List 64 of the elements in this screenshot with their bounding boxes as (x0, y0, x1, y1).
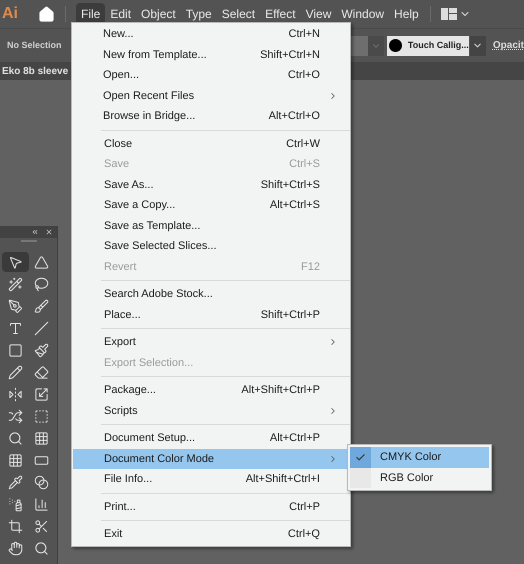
menu-entry[interactable]: New... Ctrl+N (72, 24, 350, 44)
menu-entry[interactable]: Browse in Bridge... Alt+Ctrl+O (72, 106, 350, 126)
paintbrush-icon (34, 342, 50, 358)
line-icon (34, 320, 50, 336)
lasso-icon (34, 276, 50, 292)
menu-entry[interactable]: Save a Copy... Alt+Ctrl+S (73, 195, 350, 216)
wand-icon (8, 276, 23, 292)
hand-icon (8, 540, 23, 556)
document-tab[interactable]: Eko 8b sleeve (2, 64, 68, 78)
app-logo: Ai (2, 4, 19, 24)
menu-entry[interactable]: Package... Alt+Shift+Ctrl+P (73, 380, 350, 400)
scissors-icon (34, 518, 50, 534)
menu-entry[interactable]: Export (73, 332, 350, 352)
collapse-icon[interactable] (31, 228, 39, 236)
eyedropper-icon (8, 474, 23, 490)
zoom-icon (34, 540, 50, 556)
type-icon (8, 320, 23, 336)
workspace-icon[interactable] (440, 8, 457, 20)
pencil-icon (8, 364, 23, 380)
arrow-icon (8, 254, 23, 270)
rectangle-icon (8, 342, 23, 358)
menu-item[interactable]: Select (216, 3, 260, 25)
menu-entry[interactable]: Save as Template... (73, 216, 350, 236)
opacity-label[interactable]: Opacit (492, 38, 524, 53)
menu-entry[interactable]: Save Selected Slices... (73, 236, 350, 256)
pen-icon (8, 298, 23, 314)
menu-entry[interactable]: Save As... Shift+Ctrl+S (73, 174, 350, 195)
search-icon (8, 430, 23, 446)
menu-entry[interactable]: Search Adobe Stock... (73, 284, 350, 304)
menu-entry[interactable]: Print... Ctrl+P (73, 496, 350, 517)
flip-icon (8, 386, 23, 402)
menu-item[interactable]: Help (389, 3, 424, 25)
brush-field[interactable]: Touch Callig... (386, 36, 469, 56)
menu-item[interactable]: Object (136, 3, 181, 25)
brush-icon (34, 298, 50, 314)
menu-item[interactable]: Window (336, 3, 390, 25)
menu-entry[interactable]: Scripts (73, 400, 350, 421)
brush-dropdown[interactable] (470, 36, 486, 56)
submenu-entry[interactable]: CMYK Color (350, 447, 489, 468)
home-icon[interactable] (38, 6, 55, 22)
scale-icon (34, 386, 50, 402)
menu-item[interactable]: View (300, 3, 336, 25)
menu-entry[interactable]: Document Setup... Alt+Ctrl+P (73, 428, 350, 448)
blend-icon (34, 474, 50, 490)
menu-entry[interactable]: Open... Ctrl+O (72, 65, 350, 86)
menu-entry[interactable]: Place... Shift+Ctrl+P (73, 304, 350, 325)
menu-item[interactable]: Edit (105, 3, 136, 25)
menu-entry[interactable]: Exit Ctrl+Q (73, 524, 350, 544)
close-icon[interactable] (45, 228, 53, 236)
shuffle-icon (8, 408, 23, 424)
tool-button[interactable] (2, 252, 28, 272)
dashed-box-icon (34, 408, 50, 424)
selection-label: No Selection (7, 38, 62, 52)
crop-icon (8, 518, 23, 534)
check-icon (355, 452, 366, 463)
menu-entry[interactable]: Document Color Mode (73, 448, 350, 469)
menu-entry[interactable]: Open Recent Files (72, 86, 350, 106)
menu-item[interactable]: Effect (260, 3, 301, 25)
menu-entry[interactable]: Close Ctrl+W (73, 134, 350, 154)
menu-entry[interactable]: File Info... Alt+Shift+Ctrl+I (73, 469, 350, 490)
submenu-entry[interactable]: RGB Color (350, 468, 489, 488)
menu-entry[interactable]: New from Template... Shift+Ctrl+N (72, 44, 350, 65)
eraser-icon (34, 364, 50, 380)
menu-item[interactable]: Type (180, 3, 217, 25)
